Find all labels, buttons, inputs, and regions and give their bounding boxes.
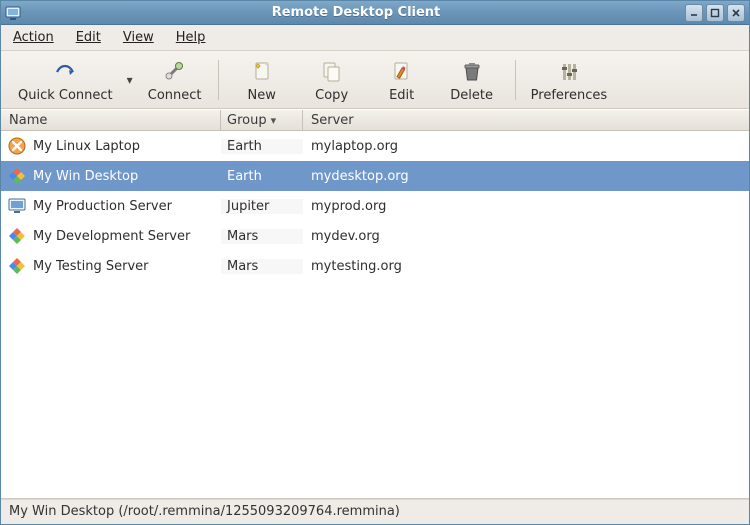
menu-help[interactable]: Help (172, 28, 210, 47)
menubar: Action Edit View Help (1, 25, 749, 51)
rdp-icon (7, 226, 27, 246)
table-row[interactable]: My Production Server Jupiter myprod.org (1, 191, 749, 221)
quick-connect-icon (53, 60, 77, 84)
table-row[interactable]: My Development Server Mars mydev.org (1, 221, 749, 251)
connect-label: Connect (148, 88, 202, 103)
cell-server: myprod.org (303, 199, 749, 214)
delete-icon (460, 60, 484, 84)
toolbar-separator (515, 60, 516, 100)
menu-help-label: Help (176, 30, 206, 45)
connection-server: mydesktop.org (311, 169, 409, 184)
preferences-label: Preferences (531, 88, 607, 103)
cell-server: mytesting.org (303, 259, 749, 274)
copy-label: Copy (315, 88, 348, 103)
rdp-icon (7, 256, 27, 276)
chevron-down-icon: ▾ (127, 73, 133, 87)
app-icon (5, 5, 21, 21)
connection-name: My Win Desktop (33, 169, 138, 184)
cell-name: My Linux Laptop (1, 136, 221, 156)
cell-group: Mars (221, 259, 303, 274)
menu-action-label: Action (13, 30, 54, 45)
monitor-icon (7, 196, 27, 216)
new-label: New (247, 88, 275, 103)
status-text: My Win Desktop (/root/.remmina/125509320… (9, 504, 400, 519)
quick-connect-dropdown[interactable]: ▾ (120, 54, 140, 106)
titlebar: Remote Desktop Client (1, 1, 749, 25)
connection-name: My Production Server (33, 199, 172, 214)
preferences-button[interactable]: Preferences (524, 54, 614, 106)
cell-name: My Testing Server (1, 256, 221, 276)
menu-view-label: View (123, 30, 154, 45)
connect-button[interactable]: Connect (140, 54, 210, 106)
cell-server: mylaptop.org (303, 139, 749, 154)
copy-button[interactable]: Copy (297, 54, 367, 106)
connection-group: Mars (227, 259, 258, 274)
minimize-button[interactable] (685, 4, 703, 22)
cell-group: Mars (221, 229, 303, 244)
edit-label: Edit (389, 88, 414, 103)
rdp-icon (7, 166, 27, 186)
cell-name: My Development Server (1, 226, 221, 246)
copy-icon (320, 60, 344, 84)
column-header-group-label: Group (227, 113, 267, 128)
connection-list: My Linux Laptop Earth mylaptop.org My Win D… (1, 131, 749, 499)
x-icon (7, 136, 27, 156)
close-button[interactable] (727, 4, 745, 22)
menu-view[interactable]: View (119, 28, 158, 47)
column-headers: Name Group ▾ Server (1, 109, 749, 131)
cell-group: Earth (221, 139, 303, 154)
maximize-button[interactable] (706, 4, 724, 22)
preferences-icon (557, 60, 581, 84)
edit-icon (390, 60, 414, 84)
cell-group: Earth (221, 169, 303, 184)
cell-group: Jupiter (221, 199, 303, 214)
connection-server: mydev.org (311, 229, 380, 244)
connect-icon (163, 60, 187, 84)
table-row[interactable]: My Testing Server Mars mytesting.org (1, 251, 749, 281)
column-header-server[interactable]: Server (303, 110, 749, 130)
window-title: Remote Desktop Client (27, 5, 685, 20)
connection-group: Mars (227, 229, 258, 244)
toolbar: Quick Connect ▾ Connect New Copy Edit (1, 51, 749, 109)
connection-group: Jupiter (227, 199, 269, 214)
column-header-name[interactable]: Name (1, 110, 221, 130)
window-buttons (685, 4, 745, 22)
connection-group: Earth (227, 139, 262, 154)
new-icon (250, 60, 274, 84)
menu-action[interactable]: Action (9, 28, 58, 47)
menu-edit-label: Edit (76, 30, 101, 45)
connection-server: mylaptop.org (311, 139, 398, 154)
delete-button[interactable]: Delete (437, 54, 507, 106)
cell-name: My Win Desktop (1, 166, 221, 186)
connection-name: My Development Server (33, 229, 190, 244)
cell-server: mydesktop.org (303, 169, 749, 184)
cell-server: mydev.org (303, 229, 749, 244)
table-row[interactable]: My Linux Laptop Earth mylaptop.org (1, 131, 749, 161)
connection-server: myprod.org (311, 199, 386, 214)
new-button[interactable]: New (227, 54, 297, 106)
edit-button[interactable]: Edit (367, 54, 437, 106)
delete-label: Delete (450, 88, 493, 103)
connection-name: My Linux Laptop (33, 139, 140, 154)
column-header-server-label: Server (311, 113, 354, 128)
chevron-down-icon: ▾ (271, 114, 277, 127)
column-header-name-label: Name (9, 113, 47, 128)
connection-group: Earth (227, 169, 262, 184)
column-header-group[interactable]: Group ▾ (221, 110, 303, 130)
statusbar: My Win Desktop (/root/.remmina/125509320… (1, 499, 749, 523)
menu-edit[interactable]: Edit (72, 28, 105, 47)
quick-connect-label: Quick Connect (18, 88, 113, 103)
toolbar-separator (218, 60, 219, 100)
table-row[interactable]: My Win Desktop Earth mydesktop.org (1, 161, 749, 191)
connection-name: My Testing Server (33, 259, 149, 274)
cell-name: My Production Server (1, 196, 221, 216)
connection-server: mytesting.org (311, 259, 402, 274)
quick-connect-button[interactable]: Quick Connect (11, 54, 120, 106)
